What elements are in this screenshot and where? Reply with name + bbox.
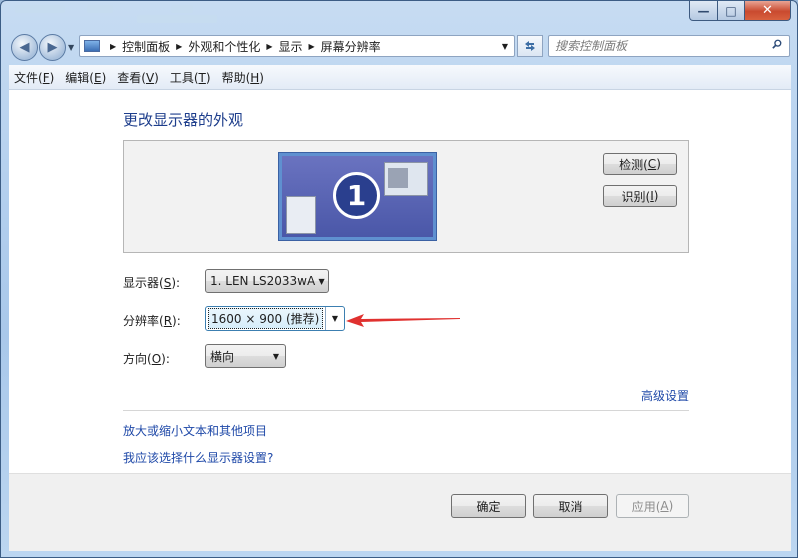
back-arrow-icon: ◀ — [19, 40, 30, 55]
chevron-down-icon: ▼ — [272, 351, 280, 361]
content-pane: 更改显示器的外观 1 检测(C) 识别(I) 显示器(S): 1. LEN LS… — [9, 90, 791, 551]
advanced-settings-link[interactable]: 高级设置 — [641, 387, 689, 404]
forward-arrow-icon: ▶ — [47, 40, 58, 55]
display-label: 显示器(S): — [123, 276, 181, 290]
page-title: 更改显示器的外观 — [123, 111, 244, 129]
title-blur — [137, 15, 217, 23]
annotation-arrow — [346, 314, 460, 327]
chevron-right-icon[interactable]: ▶ — [176, 42, 182, 51]
monitor-1-thumbnail[interactable]: 1 — [279, 153, 436, 240]
menu-bar: 文件(F) 编辑(E) 查看(V) 工具(T) 帮助(H) — [9, 65, 791, 90]
title-blur — [87, 5, 113, 13]
search-input[interactable] — [555, 38, 755, 54]
ok-button[interactable]: 确定 — [451, 494, 526, 518]
close-icon: ✕ — [762, 3, 773, 18]
orientation-label: 方向(O): — [123, 352, 170, 366]
breadcrumb: ▶ 控制面板 ▶ 外观和个性化 ▶ 显示 ▶ 屏幕分辨率 — [104, 38, 381, 55]
breadcrumb-screen-resolution[interactable]: 屏幕分辨率 — [321, 38, 381, 55]
orientation-select-value: 横向 — [210, 349, 235, 364]
chevron-right-icon[interactable]: ▶ — [266, 42, 272, 51]
resolution-select[interactable]: 1600 × 900 (推荐) ▼ — [205, 306, 345, 331]
title-blur — [15, 5, 65, 13]
monitor-preview-area: 1 检测(C) 识别(I) — [123, 140, 689, 253]
chevron-right-icon[interactable]: ▶ — [309, 42, 315, 51]
back-button[interactable]: ◀ — [11, 34, 38, 61]
minimize-icon: — — [697, 3, 710, 18]
which-settings-link[interactable]: 我应该选择什么显示器设置? — [123, 449, 273, 466]
window-thumbnail-icon — [384, 162, 428, 196]
window-thumbnail-icon — [286, 196, 316, 234]
breadcrumb-display[interactable]: 显示 — [279, 38, 303, 55]
divider — [123, 410, 689, 411]
search-icon[interactable] — [772, 39, 782, 49]
recent-pages-dropdown[interactable]: ▼ — [68, 43, 74, 52]
dialog-footer: 确定 取消 应用(A) — [9, 473, 791, 551]
resolution-label: 分辨率(R): — [123, 314, 181, 328]
maximize-icon: □ — [725, 3, 737, 18]
menu-tools[interactable]: 工具(T) — [165, 69, 216, 86]
detect-button[interactable]: 检测(C) — [603, 153, 677, 175]
apply-button[interactable]: 应用(A) — [616, 494, 689, 518]
identify-button[interactable]: 识别(I) — [603, 185, 677, 207]
menu-edit[interactable]: 编辑(E) — [60, 69, 111, 86]
close-button[interactable]: ✕ — [744, 1, 791, 21]
display-select-value: 1. LEN LS2033wA — [210, 274, 316, 288]
address-dropdown-icon[interactable]: ▼ — [502, 42, 508, 51]
orientation-select[interactable]: 横向 ▼ — [205, 344, 286, 368]
monitor-number-badge: 1 — [333, 172, 380, 219]
cancel-button[interactable]: 取消 — [533, 494, 608, 518]
display-select[interactable]: 1. LEN LS2033wA ▼ — [205, 269, 329, 293]
refresh-icon — [525, 41, 535, 51]
chevron-right-icon[interactable]: ▶ — [110, 42, 116, 51]
window: — □ ✕ ◀ ▶ ▼ ▶ 控制面板 ▶ 外观和个性化 ▶ 显示 ▶ 屏幕分辨率… — [0, 0, 798, 558]
menu-file[interactable]: 文件(F) — [9, 69, 59, 86]
text-size-link[interactable]: 放大或缩小文本和其他项目 — [123, 422, 267, 439]
chevron-down-icon: ▼ — [325, 307, 344, 330]
maximize-button[interactable]: □ — [717, 1, 745, 21]
search-box[interactable] — [548, 35, 790, 57]
forward-button[interactable]: ▶ — [39, 34, 66, 61]
chevron-down-icon: ▼ — [318, 276, 325, 286]
title-blur — [171, 5, 193, 13]
breadcrumb-appearance[interactable]: 外观和个性化 — [188, 38, 260, 55]
menu-help[interactable]: 帮助(H) — [217, 69, 269, 86]
refresh-button[interactable] — [517, 35, 543, 57]
address-bar[interactable]: ▶ 控制面板 ▶ 外观和个性化 ▶ 显示 ▶ 屏幕分辨率 ▼ — [79, 35, 515, 57]
resolution-select-value: 1600 × 900 (推荐) — [208, 308, 323, 329]
breadcrumb-control-panel[interactable]: 控制面板 — [122, 38, 170, 55]
control-panel-icon — [84, 40, 100, 52]
navigation-bar: ◀ ▶ ▼ ▶ 控制面板 ▶ 外观和个性化 ▶ 显示 ▶ 屏幕分辨率 ▼ — [1, 31, 797, 63]
minimize-button[interactable]: — — [689, 1, 718, 21]
menu-view[interactable]: 查看(V) — [112, 69, 164, 86]
title-bar[interactable]: — □ ✕ — [1, 1, 797, 29]
